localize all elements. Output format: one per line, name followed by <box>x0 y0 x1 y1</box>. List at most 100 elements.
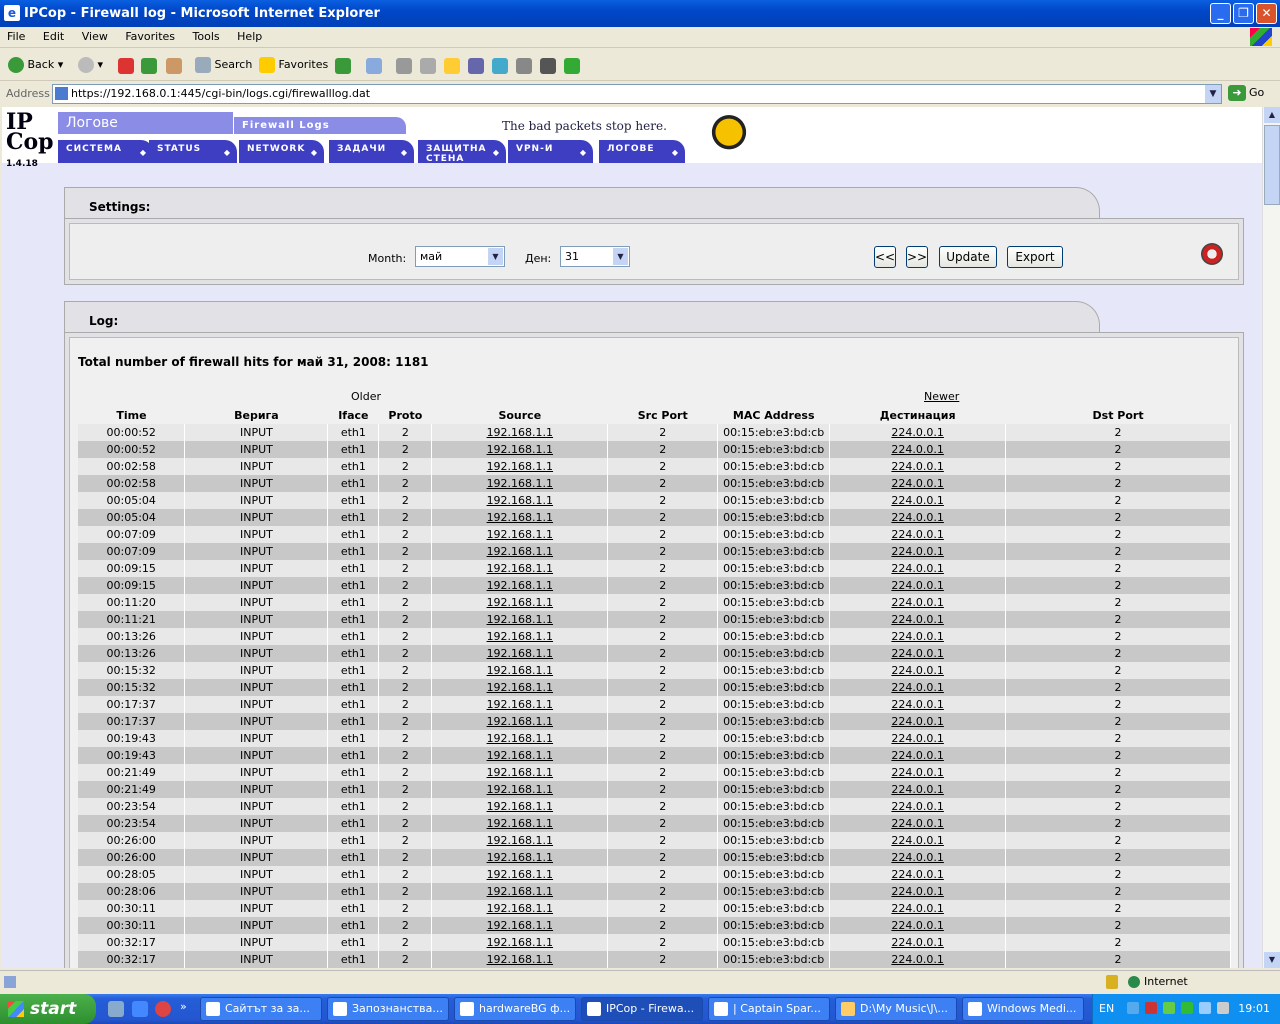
vertical-scrollbar[interactable]: ▲ ▼ <box>1262 107 1280 968</box>
ip-link[interactable]: 192.168.1.1 <box>431 832 609 849</box>
prev-day-button[interactable]: << <box>874 246 896 268</box>
stop-icon[interactable] <box>118 58 134 74</box>
ip-link[interactable]: 224.0.0.1 <box>829 781 1007 798</box>
menu-favorites[interactable]: Favorites <box>118 27 182 46</box>
ip-link[interactable]: 224.0.0.1 <box>829 645 1007 662</box>
ip-link[interactable]: 192.168.1.1 <box>431 934 609 951</box>
menu-file[interactable]: File <box>0 27 32 46</box>
ip-link[interactable]: 224.0.0.1 <box>829 849 1007 866</box>
ip-link[interactable]: 192.168.1.1 <box>431 543 609 560</box>
task-item-active[interactable]: IPCop - Firewa... <box>581 997 703 1021</box>
task-item[interactable]: D:\My Music\J\... <box>835 997 957 1021</box>
ip-link[interactable]: 192.168.1.1 <box>431 781 609 798</box>
ip-link[interactable]: 192.168.1.1 <box>431 560 609 577</box>
ip-link[interactable]: 224.0.0.1 <box>829 475 1007 492</box>
ip-link[interactable]: 224.0.0.1 <box>829 611 1007 628</box>
ip-link[interactable]: 224.0.0.1 <box>829 543 1007 560</box>
task-item[interactable]: | Captain Spar... <box>708 997 830 1021</box>
address-input[interactable]: https://192.168.0.1:445/cgi-bin/logs.cgi… <box>52 84 1222 104</box>
menu-edit[interactable]: Edit <box>36 27 71 46</box>
close-button[interactable]: ✕ <box>1256 3 1277 24</box>
ip-link[interactable]: 224.0.0.1 <box>829 866 1007 883</box>
back-button[interactable]: Back ▾ <box>8 56 63 74</box>
research-icon[interactable] <box>492 58 508 74</box>
ip-link[interactable]: 192.168.1.1 <box>431 883 609 900</box>
ip-link[interactable]: 224.0.0.1 <box>829 934 1007 951</box>
ip-link[interactable]: 224.0.0.1 <box>829 679 1007 696</box>
ip-link[interactable]: 224.0.0.1 <box>829 458 1007 475</box>
ip-link[interactable]: 192.168.1.1 <box>431 951 609 968</box>
ip-link[interactable]: 224.0.0.1 <box>829 883 1007 900</box>
help-lifebuoy-icon[interactable] <box>1201 243 1223 265</box>
export-button[interactable]: Export <box>1007 246 1063 268</box>
messenger-icon[interactable] <box>468 58 484 74</box>
ip-link[interactable]: 192.168.1.1 <box>431 764 609 781</box>
scroll-down-icon[interactable]: ▼ <box>1264 952 1280 968</box>
media-icon[interactable] <box>540 58 556 74</box>
tray-network-icon[interactable] <box>1199 1002 1211 1014</box>
ip-link[interactable]: 192.168.1.1 <box>431 730 609 747</box>
ip-link[interactable]: 224.0.0.1 <box>829 696 1007 713</box>
nav-vpn[interactable]: VPN-И ◆ <box>508 140 593 163</box>
update-button[interactable]: Update <box>939 246 997 268</box>
nav-status[interactable]: STATUS ◆ <box>149 140 237 163</box>
task-item[interactable]: hardwareBG ф... <box>454 997 576 1021</box>
ip-link[interactable]: 192.168.1.1 <box>431 798 609 815</box>
go-button[interactable]: ➜ Go <box>1228 85 1264 101</box>
address-dropdown-icon[interactable]: ▼ <box>1205 85 1221 103</box>
minimize-button[interactable]: _ <box>1210 3 1231 24</box>
search-button[interactable]: Search <box>195 56 252 74</box>
ip-link[interactable]: 192.168.1.1 <box>431 492 609 509</box>
ip-link[interactable]: 192.168.1.1 <box>431 424 609 441</box>
tray-app-icon[interactable] <box>1163 1002 1175 1014</box>
ip-link[interactable]: 192.168.1.1 <box>431 747 609 764</box>
ip-link[interactable]: 224.0.0.1 <box>829 594 1007 611</box>
ip-link[interactable]: 192.168.1.1 <box>431 679 609 696</box>
nav-firewall[interactable]: ЗАЩИТНА СТЕНА ◆ <box>418 140 506 164</box>
ip-link[interactable]: 192.168.1.1 <box>431 662 609 679</box>
ip-link[interactable]: 224.0.0.1 <box>829 492 1007 509</box>
ip-link[interactable]: 192.168.1.1 <box>431 696 609 713</box>
ip-link[interactable]: 224.0.0.1 <box>829 441 1007 458</box>
ip-link[interactable]: 224.0.0.1 <box>829 815 1007 832</box>
ip-link[interactable]: 224.0.0.1 <box>829 713 1007 730</box>
language-indicator[interactable]: EN <box>1099 1002 1114 1015</box>
ip-link[interactable]: 224.0.0.1 <box>829 798 1007 815</box>
ip-link[interactable]: 224.0.0.1 <box>829 900 1007 917</box>
ip-link[interactable]: 192.168.1.1 <box>431 815 609 832</box>
ip-link[interactable]: 224.0.0.1 <box>829 577 1007 594</box>
edit-icon[interactable] <box>420 58 436 74</box>
ip-link[interactable]: 224.0.0.1 <box>829 832 1007 849</box>
ip-link[interactable]: 192.168.1.1 <box>431 713 609 730</box>
home-icon[interactable] <box>166 58 182 74</box>
addon-icon[interactable] <box>564 58 580 74</box>
nav-tasks[interactable]: ЗАДАЧИ ◆ <box>329 140 414 163</box>
ip-link[interactable]: 192.168.1.1 <box>431 577 609 594</box>
ipcop-logo[interactable]: IP Cop 1.4.18 <box>6 111 54 169</box>
ip-link[interactable]: 192.168.1.1 <box>431 917 609 934</box>
task-item[interactable]: Запознанства... <box>327 997 449 1021</box>
ip-link[interactable]: 224.0.0.1 <box>829 917 1007 934</box>
ip-link[interactable]: 192.168.1.1 <box>431 526 609 543</box>
start-button[interactable]: start <box>0 994 96 1024</box>
maximize-button[interactable]: ❐ <box>1233 3 1254 24</box>
tool-icon[interactable] <box>516 58 532 74</box>
print-icon[interactable] <box>396 58 412 74</box>
scroll-thumb[interactable] <box>1264 125 1280 205</box>
nav-network[interactable]: NETWORK ◆ <box>239 140 324 163</box>
ip-link[interactable]: 192.168.1.1 <box>431 475 609 492</box>
ip-link[interactable]: 192.168.1.1 <box>431 458 609 475</box>
month-select[interactable]: май ▼ <box>415 246 505 267</box>
tray-app-icon[interactable] <box>1181 1002 1193 1014</box>
ip-link[interactable]: 224.0.0.1 <box>829 764 1007 781</box>
ip-link[interactable]: 224.0.0.1 <box>829 509 1007 526</box>
nav-system[interactable]: СИСТЕМА ◆ <box>58 140 153 163</box>
scroll-up-icon[interactable]: ▲ <box>1264 107 1280 123</box>
ip-link[interactable]: 224.0.0.1 <box>829 628 1007 645</box>
ip-link[interactable]: 192.168.1.1 <box>431 509 609 526</box>
subsection-tab[interactable]: Firewall Logs <box>234 117 406 134</box>
forward-button[interactable]: ▾ <box>78 56 103 74</box>
show-desktop-icon[interactable] <box>108 1001 124 1017</box>
favorites-button[interactable]: Favorites <box>259 56 328 74</box>
ip-link[interactable]: 192.168.1.1 <box>431 900 609 917</box>
